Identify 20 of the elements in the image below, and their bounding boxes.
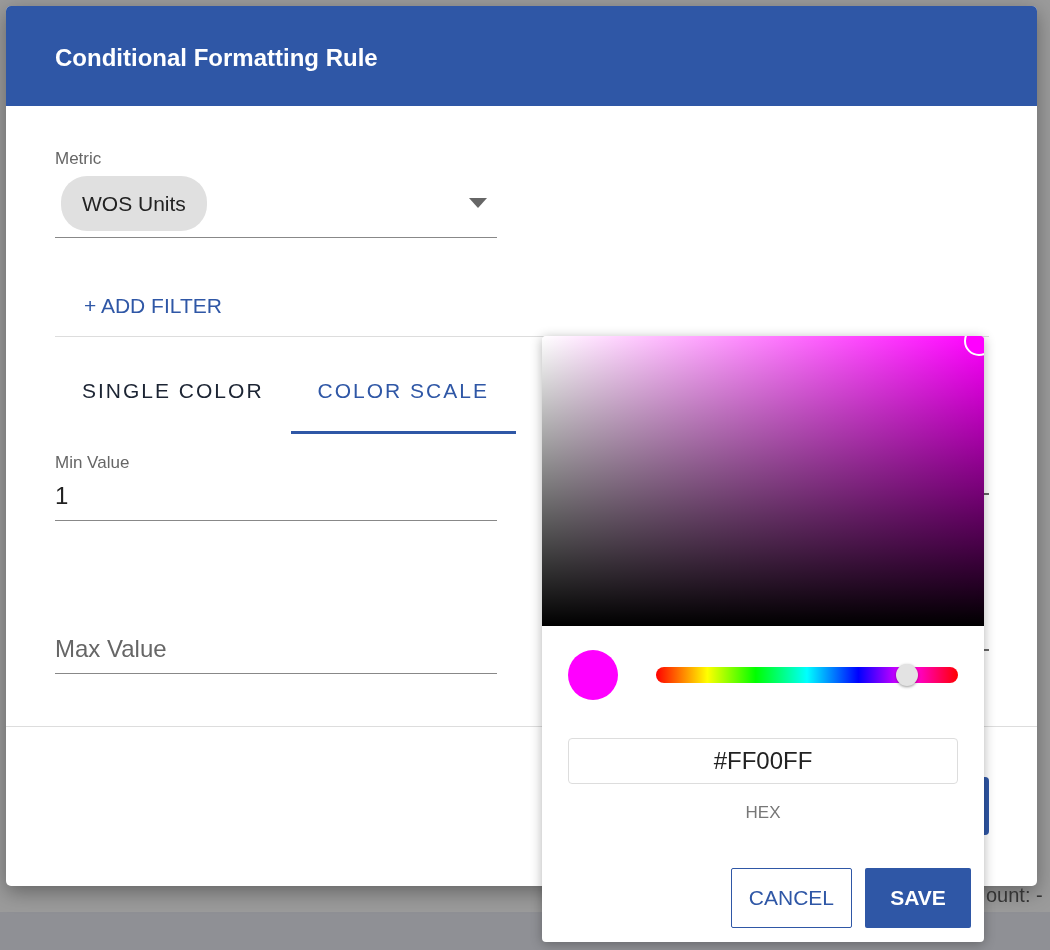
max-value-field[interactable]: Max Value xyxy=(55,628,497,673)
hex-label: HEX xyxy=(744,802,782,824)
field-label: Min Value xyxy=(55,452,131,474)
dropdown-caret-icon[interactable] xyxy=(469,198,487,209)
hue-slider[interactable] xyxy=(656,667,958,683)
tab[interactable]: COLOR SCALE xyxy=(290,346,516,434)
metric-select[interactable]: WOS Units xyxy=(55,171,497,238)
save-button[interactable]: SAVE xyxy=(865,867,971,928)
tab[interactable]: SINGLE COLOR xyxy=(55,346,291,434)
min-value-field[interactable]: 1 xyxy=(55,475,497,520)
metric-chip[interactable]: WOS Units xyxy=(61,175,207,231)
dialog-title: Conditional Formatting Rule xyxy=(6,6,1037,106)
slider-thumb[interactable] xyxy=(895,664,918,686)
add-filter-button[interactable]: + ADD FILTER xyxy=(84,290,222,322)
saturation-value-area[interactable] xyxy=(542,336,984,626)
field-label: Metric xyxy=(55,148,103,170)
cancel-button[interactable]: CANCEL xyxy=(730,867,852,928)
background-text: ount: - xyxy=(986,884,1043,906)
hex-input[interactable]: #FF00FF xyxy=(568,738,958,784)
color-swatch xyxy=(568,650,618,700)
